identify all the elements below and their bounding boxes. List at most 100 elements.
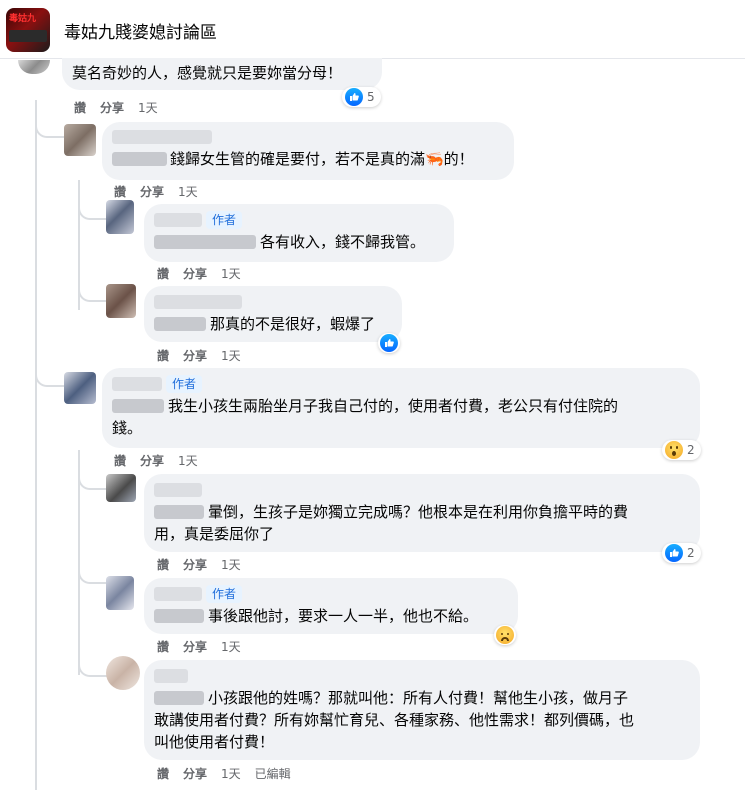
like-button[interactable]: 讚 bbox=[157, 267, 169, 281]
comment-time[interactable]: 1天 bbox=[221, 349, 241, 363]
reaction-summary[interactable]: 2 bbox=[662, 543, 701, 563]
like-button[interactable]: 讚 bbox=[157, 640, 169, 654]
like-icon bbox=[665, 544, 683, 562]
share-button[interactable]: 分享 bbox=[183, 767, 207, 781]
edited-label: 已編輯 bbox=[254, 767, 291, 781]
share-button[interactable]: 分享 bbox=[140, 185, 164, 199]
comment-bubble: 作者 各有收入，錢不歸我管。 bbox=[144, 204, 454, 262]
comment-text: 用，真是委屈你了 bbox=[154, 525, 275, 543]
blurred-name bbox=[154, 295, 242, 309]
thread-hook bbox=[78, 560, 108, 584]
blurred-name bbox=[112, 399, 164, 413]
commenter-avatar[interactable] bbox=[106, 474, 136, 502]
commenter-avatar[interactable] bbox=[64, 372, 96, 404]
like-icon bbox=[380, 334, 398, 352]
share-button[interactable]: 分享 bbox=[100, 101, 124, 115]
like-button[interactable]: 讚 bbox=[74, 101, 86, 115]
thread-hook bbox=[35, 110, 67, 138]
comment-actions: 讚分享 1天 已編輯 bbox=[157, 765, 305, 782]
thread-hook bbox=[78, 278, 108, 302]
share-button[interactable]: 分享 bbox=[183, 349, 207, 363]
like-button[interactable]: 讚 bbox=[114, 454, 126, 468]
comment-time[interactable]: 1天 bbox=[138, 101, 158, 115]
blurred-name bbox=[154, 609, 204, 623]
comment-text: 那真的不是很好，蝦爆了 bbox=[210, 315, 376, 333]
comment-actions: 讚分享 1天 bbox=[157, 265, 255, 282]
reaction-summary[interactable]: 2 bbox=[662, 440, 701, 460]
sad-icon bbox=[496, 626, 514, 644]
comment-text: 暈倒，生孩子是妳獨立完成嗎？他根本是在利用你負擔平時的費 bbox=[208, 503, 629, 521]
blurred-name bbox=[154, 691, 204, 705]
reaction-count: 2 bbox=[687, 443, 695, 457]
blurred-name bbox=[154, 483, 202, 497]
blurred-name bbox=[154, 235, 256, 249]
reaction-summary[interactable] bbox=[378, 333, 400, 353]
comment-time[interactable]: 1天 bbox=[221, 267, 241, 281]
author-badge: 作者 bbox=[206, 211, 243, 229]
comment-text: 叫他使用者付費！ bbox=[154, 733, 275, 751]
comment-bubble: 小孩跟他的姓嗎？那就叫他：所有人付費！幫他生小孩，做月子 敢講使用者付費？所有妳… bbox=[144, 660, 700, 760]
reaction-summary[interactable]: 5 bbox=[342, 87, 381, 107]
comment-time[interactable]: 1天 bbox=[221, 640, 241, 654]
like-button[interactable]: 讚 bbox=[157, 558, 169, 572]
like-button[interactable]: 讚 bbox=[114, 185, 126, 199]
comment-bubble: 作者 事後跟他討，要求一人一半，他也不給。 bbox=[144, 578, 518, 634]
comment-time[interactable]: 1天 bbox=[178, 454, 198, 468]
comment-actions: 讚分享 1天 bbox=[74, 99, 172, 116]
commenter-avatar[interactable] bbox=[106, 576, 134, 610]
author-badge: 作者 bbox=[166, 375, 203, 393]
group-avatar[interactable]: 毒姑九 bbox=[6, 8, 50, 52]
comment-text: 敢講使用者付費？所有妳幫忙育兒、各種家務、他性需求！都列價碼，也 bbox=[154, 711, 635, 729]
comment-actions: 讚分享 1天 bbox=[157, 347, 255, 364]
comment-actions: 讚分享 1天 bbox=[157, 556, 255, 573]
group-logo-banner bbox=[9, 30, 47, 42]
comment-time[interactable]: 1天 bbox=[178, 185, 198, 199]
commenter-avatar[interactable] bbox=[106, 656, 140, 690]
share-button[interactable]: 分享 bbox=[183, 640, 207, 654]
commenter-avatar[interactable] bbox=[106, 200, 134, 234]
like-button[interactable]: 讚 bbox=[157, 349, 169, 363]
blurred-name bbox=[112, 130, 212, 144]
group-logo-text: 毒姑九 bbox=[9, 14, 37, 24]
author-badge: 作者 bbox=[206, 585, 243, 603]
blurred-name bbox=[154, 317, 206, 331]
comment-actions: 讚分享 1天 bbox=[114, 183, 212, 200]
comment-text: 錢歸女生管的確是要付，若不是真的滿🦐的！ bbox=[170, 150, 474, 168]
share-button[interactable]: 分享 bbox=[140, 454, 164, 468]
commenter-avatar[interactable] bbox=[64, 124, 96, 156]
commenter-avatar[interactable] bbox=[106, 284, 136, 318]
blurred-name bbox=[112, 377, 162, 391]
thread-hook bbox=[35, 350, 67, 387]
comment-time[interactable]: 1天 bbox=[221, 767, 241, 781]
blurred-name bbox=[154, 213, 202, 227]
comment-text: 小孩跟他的姓嗎？那就叫他：所有人付費！幫他生小孩，做月子 bbox=[208, 689, 629, 707]
comment-text: 各有收入，錢不歸我管。 bbox=[260, 233, 426, 251]
reaction-summary[interactable] bbox=[494, 625, 516, 645]
reaction-count: 5 bbox=[367, 90, 375, 104]
comment-actions: 讚分享 1天 bbox=[157, 638, 255, 655]
blurred-name bbox=[154, 587, 202, 601]
blurred-name bbox=[154, 669, 188, 683]
blurred-name bbox=[112, 152, 167, 166]
comment-bubble: 莫名奇妙的人，感覺就只是要妳當分母！ bbox=[62, 58, 382, 90]
thread-line-main bbox=[35, 100, 37, 790]
share-button[interactable]: 分享 bbox=[183, 267, 207, 281]
comment-time[interactable]: 1天 bbox=[221, 558, 241, 572]
thread-hook bbox=[78, 466, 108, 490]
share-button[interactable]: 分享 bbox=[183, 558, 207, 572]
comment-text: 我生小孩生兩胎坐月子我自己付的，使用者付費，老公只有付住院的 bbox=[168, 397, 619, 415]
like-button[interactable]: 讚 bbox=[157, 767, 169, 781]
group-title[interactable]: 毒姑九賤婆媳討論區 bbox=[64, 18, 217, 43]
group-header: 毒姑九 毒姑九賤婆媳討論區 bbox=[0, 0, 745, 59]
comment-bubble: 作者 我生小孩生兩胎坐月子我自己付的，使用者付費，老公只有付住院的 錢。 bbox=[102, 368, 700, 448]
comment-bubble: 錢歸女生管的確是要付，若不是真的滿🦐的！ bbox=[102, 122, 514, 180]
thread-hook bbox=[78, 650, 108, 677]
comment-text: 莫名奇妙的人，感覺就只是要妳當分母！ bbox=[72, 64, 343, 82]
comment-bubble: 那真的不是很好，蝦爆了 bbox=[144, 286, 402, 342]
wow-icon bbox=[665, 441, 683, 459]
like-icon bbox=[345, 88, 363, 106]
comment-actions: 讚分享 1天 bbox=[114, 452, 212, 469]
commenter-avatar[interactable] bbox=[18, 60, 50, 74]
comment-text: 事後跟他討，要求一人一半，他也不給。 bbox=[208, 607, 479, 625]
comment-text: 錢。 bbox=[112, 419, 143, 437]
